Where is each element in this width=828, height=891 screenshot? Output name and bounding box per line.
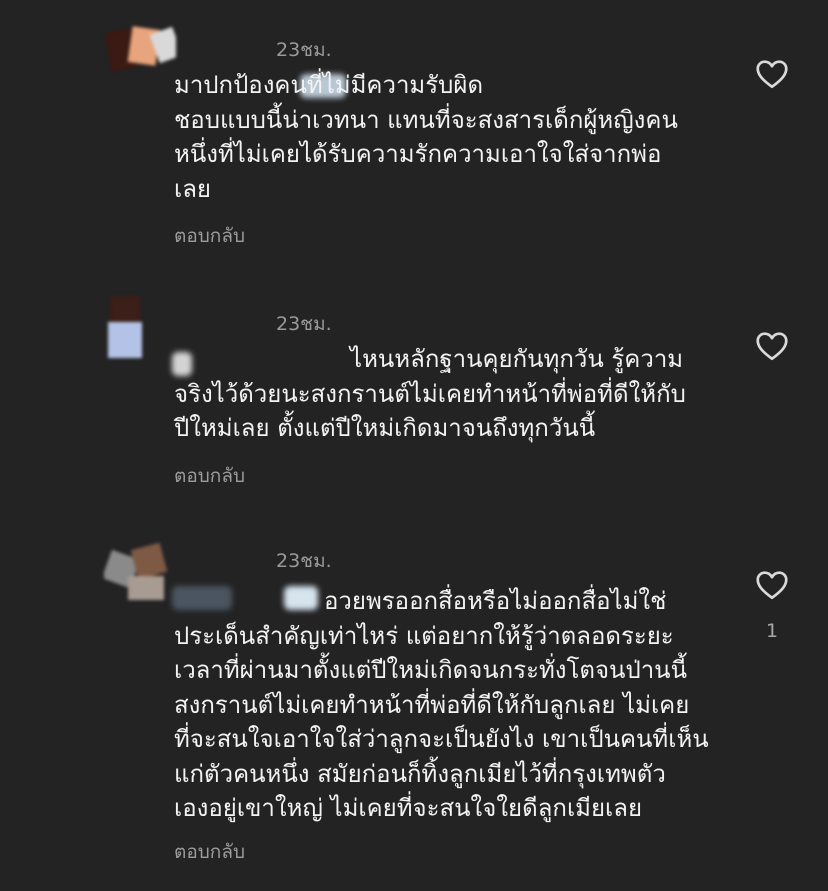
heart-outline-icon (756, 571, 788, 600)
comment-time: 23ชม. (276, 313, 332, 335)
avatar[interactable] (104, 540, 176, 612)
reply-button[interactable]: ตอบกลับ (174, 837, 245, 867)
comment-text: อวยพรออกสื่อหรือไม่ออกสื่อไม่ใช่ ประเด็น… (174, 587, 709, 822)
like-count: 1 (766, 620, 779, 642)
avatar[interactable] (104, 22, 176, 94)
reply-button[interactable]: ตอบกลับ (174, 221, 245, 251)
avatar[interactable] (104, 294, 176, 366)
heart-outline-icon (756, 332, 788, 361)
comment-text: มาปกป้องคนที่ไม่มีความรับผิด ชอบแบบนี้น่… (174, 71, 678, 203)
like-button[interactable] (754, 567, 790, 603)
like-button[interactable] (754, 56, 790, 92)
comment-time: 23ชม. (276, 550, 332, 572)
like-button[interactable] (754, 328, 790, 364)
reply-button[interactable]: ตอบกลับ (174, 461, 245, 491)
comment-time: 23ชม. (276, 39, 332, 61)
comment-text: ไหนหลักฐานคุยกันทุกวัน รู้ความ จริงไว้ด้… (174, 345, 686, 442)
heart-outline-icon (756, 60, 788, 89)
